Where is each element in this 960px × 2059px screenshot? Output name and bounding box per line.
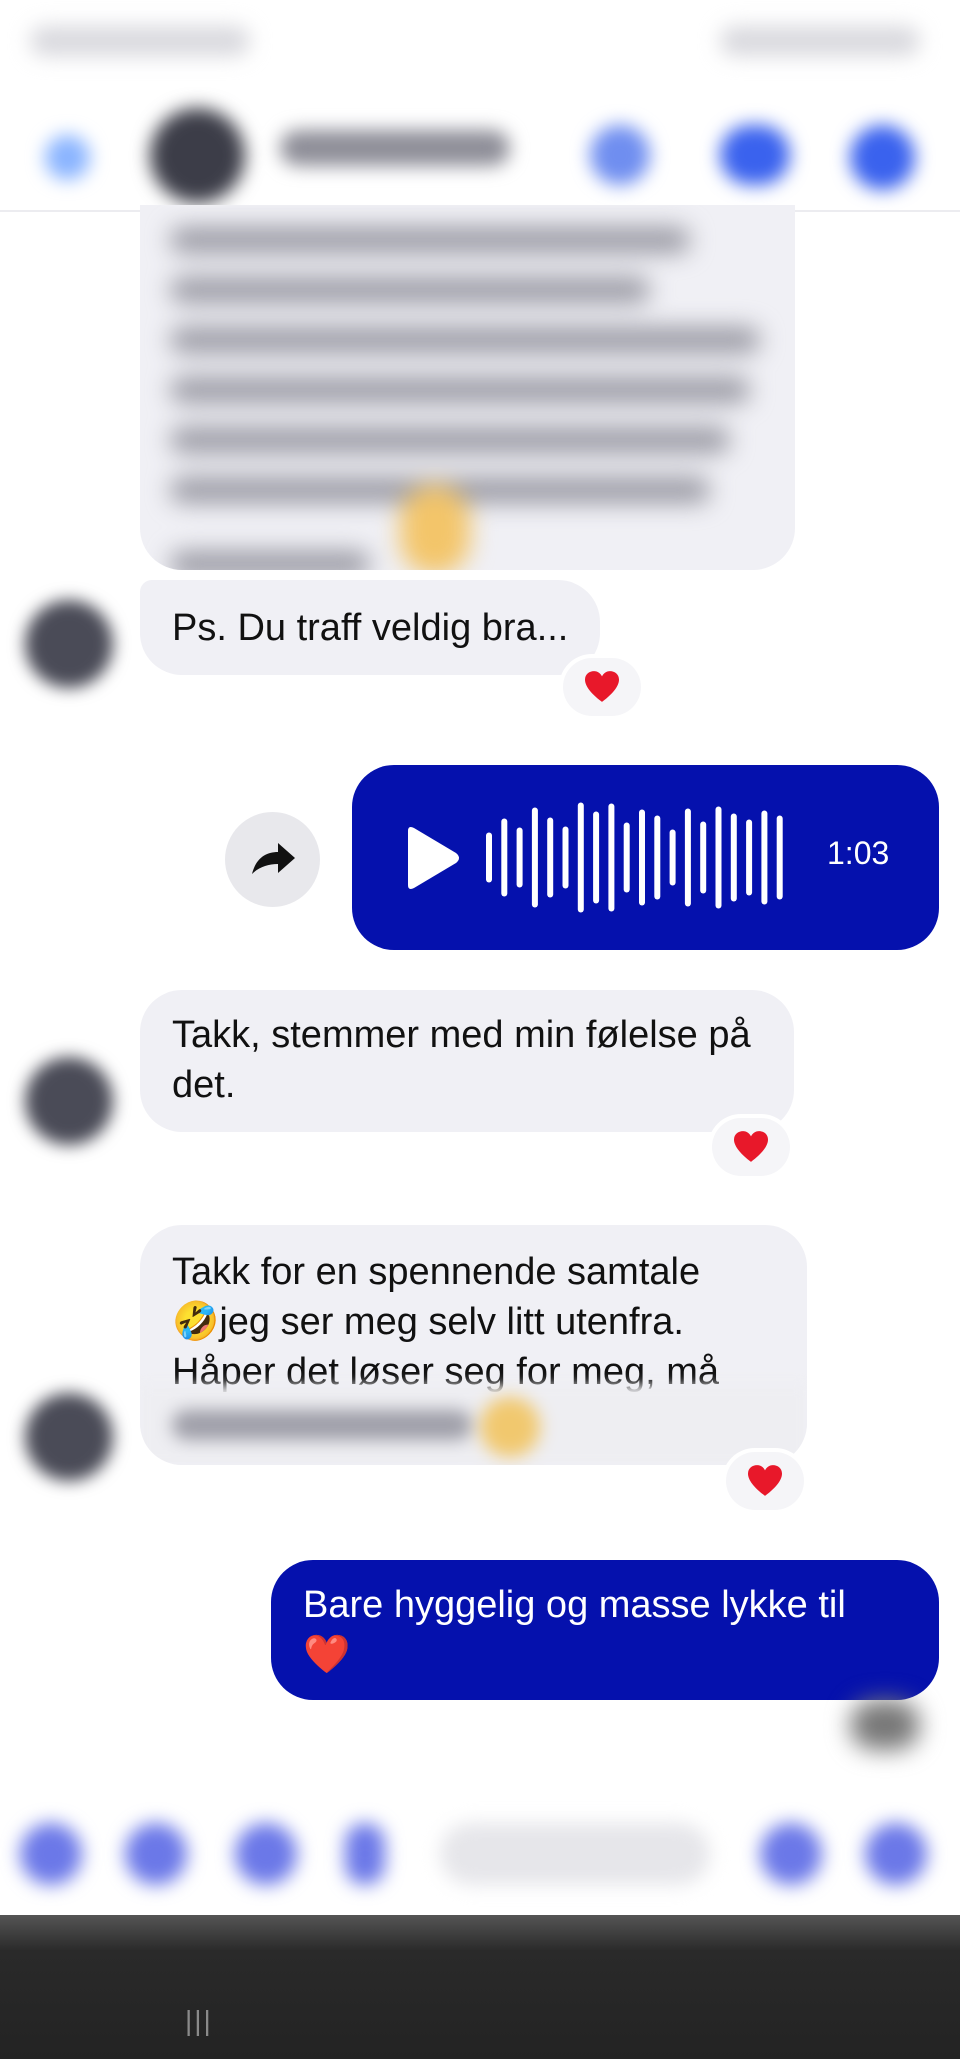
play-icon[interactable]: [400, 825, 462, 891]
waveform-bar: [684, 808, 691, 907]
camera-icon[interactable]: [125, 1823, 187, 1885]
waveform-bar: [531, 807, 538, 908]
sender-avatar[interactable]: [25, 1057, 113, 1145]
waveform-bar: [639, 809, 645, 906]
like-icon[interactable]: [865, 1823, 927, 1885]
waveform-bar: [700, 821, 707, 894]
heart-reaction[interactable]: [712, 1118, 790, 1176]
waveform-bar: [669, 829, 676, 886]
message-line: Bare hyggelig og masse lykke til: [303, 1584, 846, 1626]
back-button[interactable]: [730, 2000, 780, 2040]
message-line-1: Takk for en spennende samtale: [172, 1251, 701, 1293]
message-bubble-outgoing[interactable]: Bare hyggelig og masse lykke til ❤️: [271, 1560, 939, 1700]
waveform-bar: [501, 818, 508, 897]
waveform-bar: [593, 811, 600, 904]
status-icons: [720, 26, 920, 56]
contact-name[interactable]: [280, 130, 510, 166]
status-bar: [0, 0, 960, 90]
heart-icon: [734, 1131, 768, 1162]
message-text: Takk for en spennende samtale 🤣jeg ser m…: [172, 1247, 792, 1402]
video-camera-icon[interactable]: [720, 125, 790, 185]
message-bubble-incoming[interactable]: Takk, stemmer med min følelse på det.: [140, 990, 794, 1132]
message-text: Bare hyggelig og masse lykke til ❤️: [303, 1580, 923, 1680]
waveform-bar: [486, 832, 492, 883]
blurred-message-overflow: [140, 1385, 807, 1465]
message-bubble-incoming[interactable]: Ps. Du traff veldig bra...: [140, 580, 601, 675]
voice-waveform: [486, 802, 783, 913]
sender-avatar[interactable]: [25, 600, 113, 688]
system-navigation-bar: |||: [0, 1915, 960, 2059]
home-button[interactable]: [455, 2000, 505, 2040]
waveform-bar: [715, 806, 722, 909]
heart-reaction[interactable]: [563, 658, 641, 716]
message-bubble-incoming[interactable]: [140, 205, 795, 570]
message-text: Takk, stemmer med min følelse på det.: [172, 1014, 751, 1106]
waveform-bar: [516, 827, 523, 888]
info-icon[interactable]: [850, 125, 915, 190]
gallery-icon[interactable]: [235, 1823, 297, 1885]
heart-reaction[interactable]: [726, 1452, 804, 1510]
waveform-bar: [730, 813, 737, 902]
share-button[interactable]: [225, 812, 320, 907]
contact-avatar[interactable]: [150, 108, 245, 203]
waveform-bar: [562, 826, 569, 889]
waveform-bar: [623, 822, 630, 893]
message-text: Ps. Du traff veldig bra...: [172, 606, 569, 649]
seen-avatar: [850, 1700, 920, 1750]
waveform-bar: [654, 815, 661, 900]
waveform-bar: [577, 802, 584, 913]
waveform-bar: [746, 819, 753, 896]
back-arrow-icon[interactable]: [45, 135, 90, 180]
emoji-icon[interactable]: [760, 1823, 822, 1885]
phone-icon[interactable]: [590, 125, 650, 185]
heart-icon: [585, 671, 619, 702]
message-composer: [0, 1795, 960, 1905]
waveform-bar: [776, 815, 783, 900]
message-bubble-incoming[interactable]: Takk for en spennende samtale 🤣jeg ser m…: [140, 1225, 807, 1465]
waveform-bar: [608, 803, 615, 912]
status-time: [30, 26, 250, 56]
recent-apps-button[interactable]: |||: [185, 2005, 213, 2037]
waveform-bar: [547, 817, 554, 898]
sender-avatar[interactable]: [25, 1393, 113, 1481]
message-emoji: ❤️: [303, 1634, 351, 1676]
heart-icon: [748, 1465, 782, 1496]
voice-message-bubble[interactable]: 1:03: [352, 765, 939, 950]
conversation-header: [0, 90, 960, 212]
message-line-2: 🤣jeg ser meg selv litt utenfra.: [172, 1301, 684, 1343]
waveform-bar: [761, 810, 768, 905]
menu-icon[interactable]: [20, 1823, 82, 1885]
microphone-icon[interactable]: [345, 1823, 385, 1885]
voice-duration: 1:03: [827, 835, 890, 871]
blurred-message-text: [170, 215, 770, 570]
share-arrow-icon: [251, 842, 295, 874]
message-input[interactable]: [440, 1823, 710, 1885]
